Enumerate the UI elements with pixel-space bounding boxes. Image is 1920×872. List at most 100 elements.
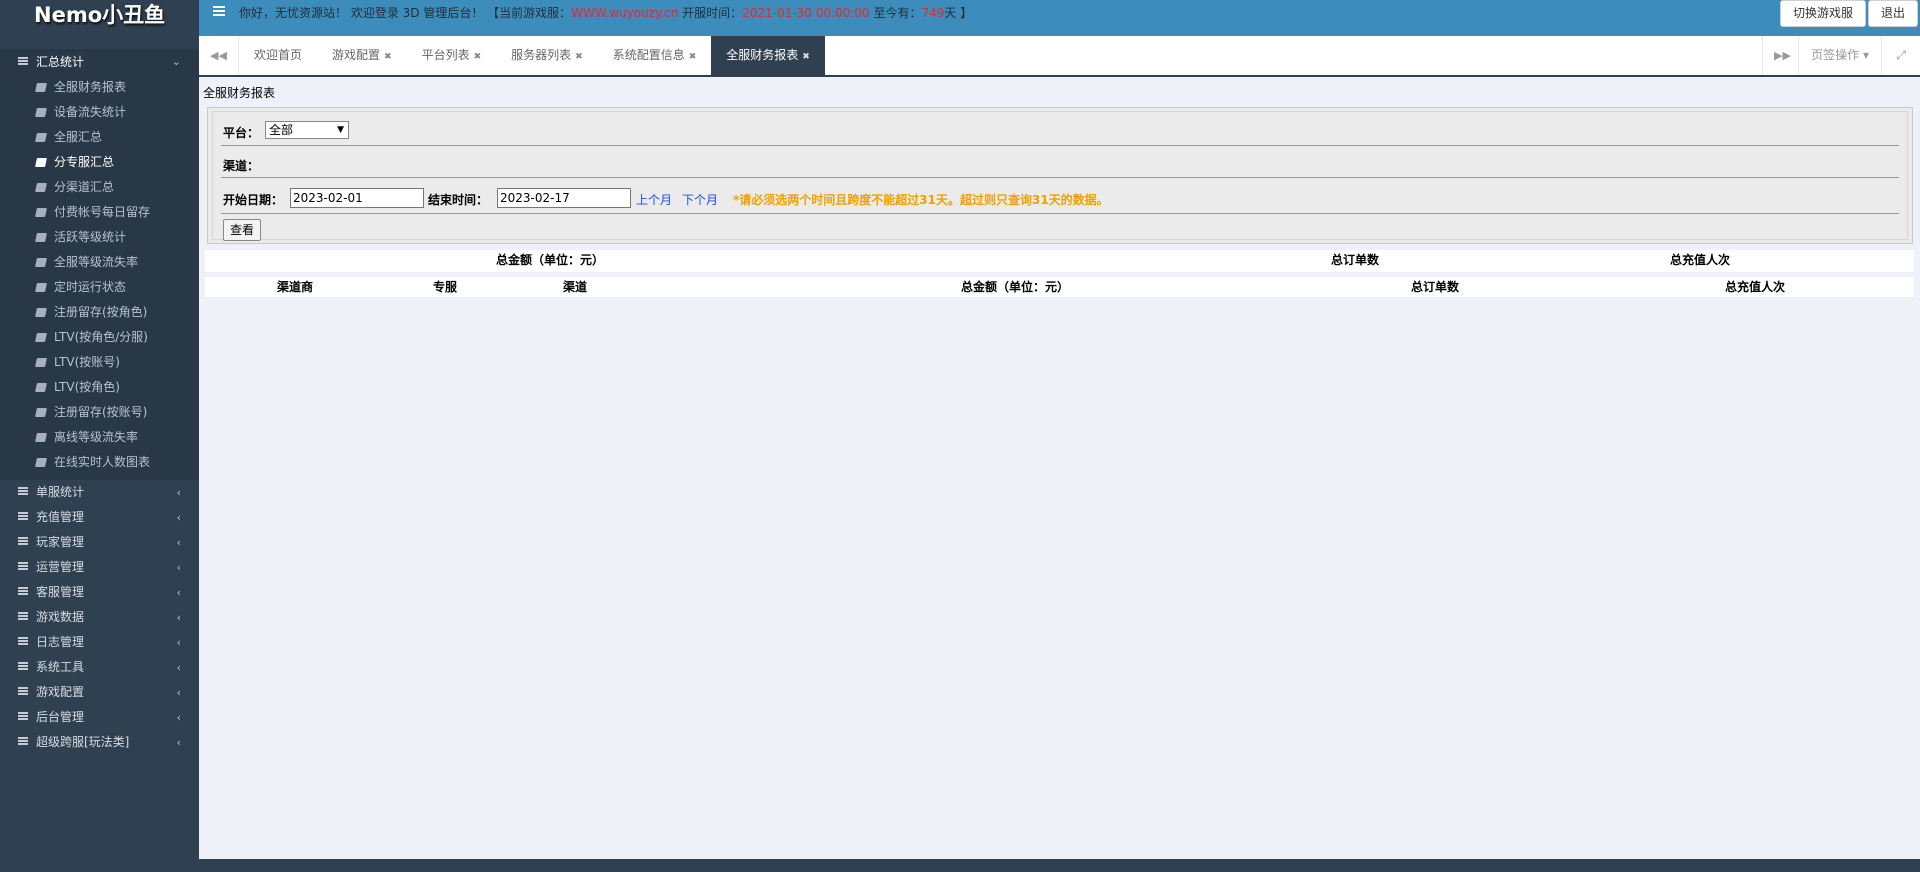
platform-label: 平台： — [223, 126, 260, 140]
sidebar-subitem[interactable]: 注册留存(按角色) — [0, 300, 199, 325]
switch-server-button[interactable]: 切换游戏服 — [1779, 0, 1866, 27]
sidebar-subitem[interactable]: 分专服汇总 — [0, 150, 199, 175]
sidebar-subitem-label: 设备流失统计 — [54, 105, 127, 119]
tab-scroll-right-icon[interactable]: ▶▶ — [1762, 36, 1802, 75]
column-header: 总订单数 — [1410, 280, 1459, 294]
close-icon[interactable]: ✖ — [802, 52, 810, 62]
sidebar-subitem-label: 定时运行状态 — [54, 280, 127, 294]
sidebar-group-label: 后台管理 — [36, 710, 85, 724]
tab[interactable]: 服务器列表 ✖ — [496, 36, 598, 75]
sidebar-group[interactable]: 后台管理 ‹ — [0, 705, 199, 730]
menu-icon — [18, 487, 28, 495]
next-month-link[interactable]: 下个月 — [682, 191, 718, 208]
start-date-input[interactable]: 2023-02-01 — [290, 188, 424, 208]
sidebar-subitem[interactable]: 全服汇总 — [0, 125, 199, 150]
tab-operations-dropdown[interactable]: 页签操作 ▾ — [1798, 36, 1882, 75]
tab[interactable]: 系统配置信息 ✖ — [598, 36, 712, 75]
prev-month-link[interactable]: 上个月 — [636, 191, 672, 208]
tab-bar: ◀◀ 欢迎首页 游戏配置 ✖ 平台列表 ✖ 服务器列表 ✖ 系统配置信息 ✖ 全服财务报表 ✖ ▶▶… — [199, 36, 1920, 77]
open-time-label: 开服时间： — [678, 6, 743, 20]
sidebar-subitem[interactable]: LTV(按角色) — [0, 375, 199, 400]
menu-icon — [18, 712, 28, 720]
sidebar-group-label: 充值管理 — [36, 510, 85, 524]
sidebar-subitem[interactable]: 分渠道汇总 — [0, 175, 199, 200]
sidebar-group[interactable]: 单服统计 ‹ — [0, 480, 199, 505]
tab[interactable]: 欢迎首页 — [239, 36, 317, 75]
open-time-value: 2021-01-30 00:00:00 — [742, 6, 870, 20]
tab-label: 平台列表 — [421, 48, 470, 62]
column-header: 专服 — [432, 280, 457, 294]
sidebar-subitem[interactable]: 离线等级流失率 — [0, 425, 199, 450]
tab[interactable]: 全服财务报表 ✖ — [711, 36, 825, 75]
sidebar-subitem[interactable]: 定时运行状态 — [0, 275, 199, 300]
fullscreen-icon[interactable]: ⤢ — [1882, 36, 1920, 75]
sidebar-group-summary[interactable]: 汇总统计 ⌄ — [0, 49, 199, 75]
until-label: 至今有： — [869, 6, 922, 20]
sidebar-group[interactable]: 游戏配置 ‹ — [0, 680, 199, 705]
sidebar-toggle-icon[interactable] — [213, 6, 225, 16]
menu-icon — [18, 637, 28, 645]
platform-select[interactable]: 全部 ▼ — [265, 121, 349, 139]
sidebar-subitem-label: 注册留存(按角色) — [54, 305, 148, 319]
sidebar-subitem-label: 注册留存(按账号) — [54, 405, 148, 419]
sidebar-submenu: 全服财务报表设备流失统计全服汇总 分专服汇总 分渠道汇总 付费帐号每日留存 活跃等级统计… — [0, 75, 199, 480]
divider — [221, 213, 1899, 214]
sidebar-group[interactable]: 游戏数据 ‹ — [0, 605, 199, 630]
sidebar-subitem[interactable]: 活跃等级统计 — [0, 225, 199, 250]
sidebar-group[interactable]: 运营管理 ‹ — [0, 555, 199, 580]
query-button[interactable]: 查看 — [223, 219, 262, 241]
greeting-text: 你好，无忧资源站！ 欢迎登录 3D 管理后台！ 【当前游戏服： — [239, 6, 572, 20]
close-icon[interactable]: ✖ — [474, 52, 482, 62]
close-icon[interactable]: ✖ — [689, 52, 697, 62]
sidebar-subitem[interactable]: LTV(按角色/分服) — [0, 325, 199, 350]
sidebar-group-label: 单服统计 — [36, 485, 85, 499]
sidebar-group[interactable]: 客服管理 ‹ — [0, 580, 199, 605]
sidebar-group[interactable]: 玩家管理 ‹ — [0, 530, 199, 555]
sidebar-group-label: 玩家管理 — [36, 535, 85, 549]
summary-header-row: 总金额（单位：元） 总订单数 总充值人次 — [205, 250, 1914, 272]
filter-panel: 平台： 全部 ▼ 渠道： 开始日期： 2023-02-01 结束时间： 2023-… — [207, 107, 1913, 244]
divider — [221, 177, 1899, 178]
tab-label: 全服财务报表 — [726, 48, 799, 62]
sidebar-subitem[interactable]: LTV(按账号) — [0, 350, 199, 375]
tab[interactable]: 游戏配置 ✖ — [317, 36, 407, 75]
sidebar-subitem[interactable]: 设备流失统计 — [0, 100, 199, 125]
sidebar-group[interactable]: 超级跨服[玩法类] ‹ — [0, 730, 199, 755]
sidebar-group[interactable]: 系统工具 ‹ — [0, 655, 199, 680]
column-header: 总金额（单位：元） — [960, 280, 1069, 294]
sidebar-subitem[interactable]: 付费帐号每日留存 — [0, 200, 199, 225]
close-icon[interactable]: ✖ — [575, 52, 583, 62]
sidebar-groups: 单服统计 ‹ 充值管理 ‹ 玩家管理 ‹ 运营管理 ‹ 客服管理 ‹ 游戏数据 ‹ 日志管理 ‹ 系统工具 ‹… — [0, 480, 199, 755]
sidebar-group-label: 游戏数据 — [36, 610, 85, 624]
sidebar-subitem-label: 在线实时人数图表 — [54, 455, 151, 469]
menu-icon — [18, 662, 28, 670]
sidebar-group[interactable]: 充值管理 ‹ — [0, 505, 199, 530]
platform-select-value: 全部 — [269, 123, 294, 137]
book-icon — [35, 333, 47, 342]
sidebar-subitem[interactable]: 全服等级流失率 — [0, 250, 199, 275]
channel-label: 渠道： — [223, 159, 260, 173]
caret-down-icon: ▼ — [337, 125, 344, 135]
chevron-left-icon: ‹ — [176, 561, 181, 574]
tab-operations-label: 页签操作 — [1811, 48, 1860, 62]
sidebar-subitem[interactable]: 在线实时人数图表 — [0, 450, 199, 475]
sidebar-group[interactable]: 日志管理 ‹ — [0, 630, 199, 655]
close-icon[interactable]: ✖ — [384, 52, 392, 62]
chevron-left-icon: ‹ — [176, 536, 181, 549]
sidebar-group-label: 超级跨服[玩法类] — [36, 735, 130, 749]
date-range-warning: *请必须选两个时间且跨度不能超过31天。超过则只查询31天的数据。 — [733, 193, 1109, 207]
sidebar-subitem[interactable]: 注册留存(按账号) — [0, 400, 199, 425]
tab-label: 游戏配置 — [332, 48, 381, 62]
sidebar-subitem[interactable]: 全服财务报表 — [0, 75, 199, 100]
top-bar: 你好，无忧资源站！ 欢迎登录 3D 管理后台！ 【当前游戏服：WWW.wuyou… — [199, 0, 1920, 36]
chevron-left-icon: ‹ — [176, 486, 181, 499]
menu-icon — [18, 612, 28, 620]
book-icon — [35, 83, 47, 92]
sidebar-menu: 汇总统计 ⌄ 全服财务报表设备流失统计全服汇总 分专服汇总 分渠道汇总 付费帐号每日留… — [0, 49, 199, 755]
book-icon — [35, 283, 47, 292]
logout-button[interactable]: 退出 — [1867, 0, 1918, 27]
end-date-input[interactable]: 2023-02-17 — [497, 188, 631, 208]
tab[interactable]: 平台列表 ✖ — [407, 36, 497, 75]
book-icon — [35, 133, 47, 142]
tab-scroll-left-icon[interactable]: ◀◀ — [199, 36, 239, 75]
